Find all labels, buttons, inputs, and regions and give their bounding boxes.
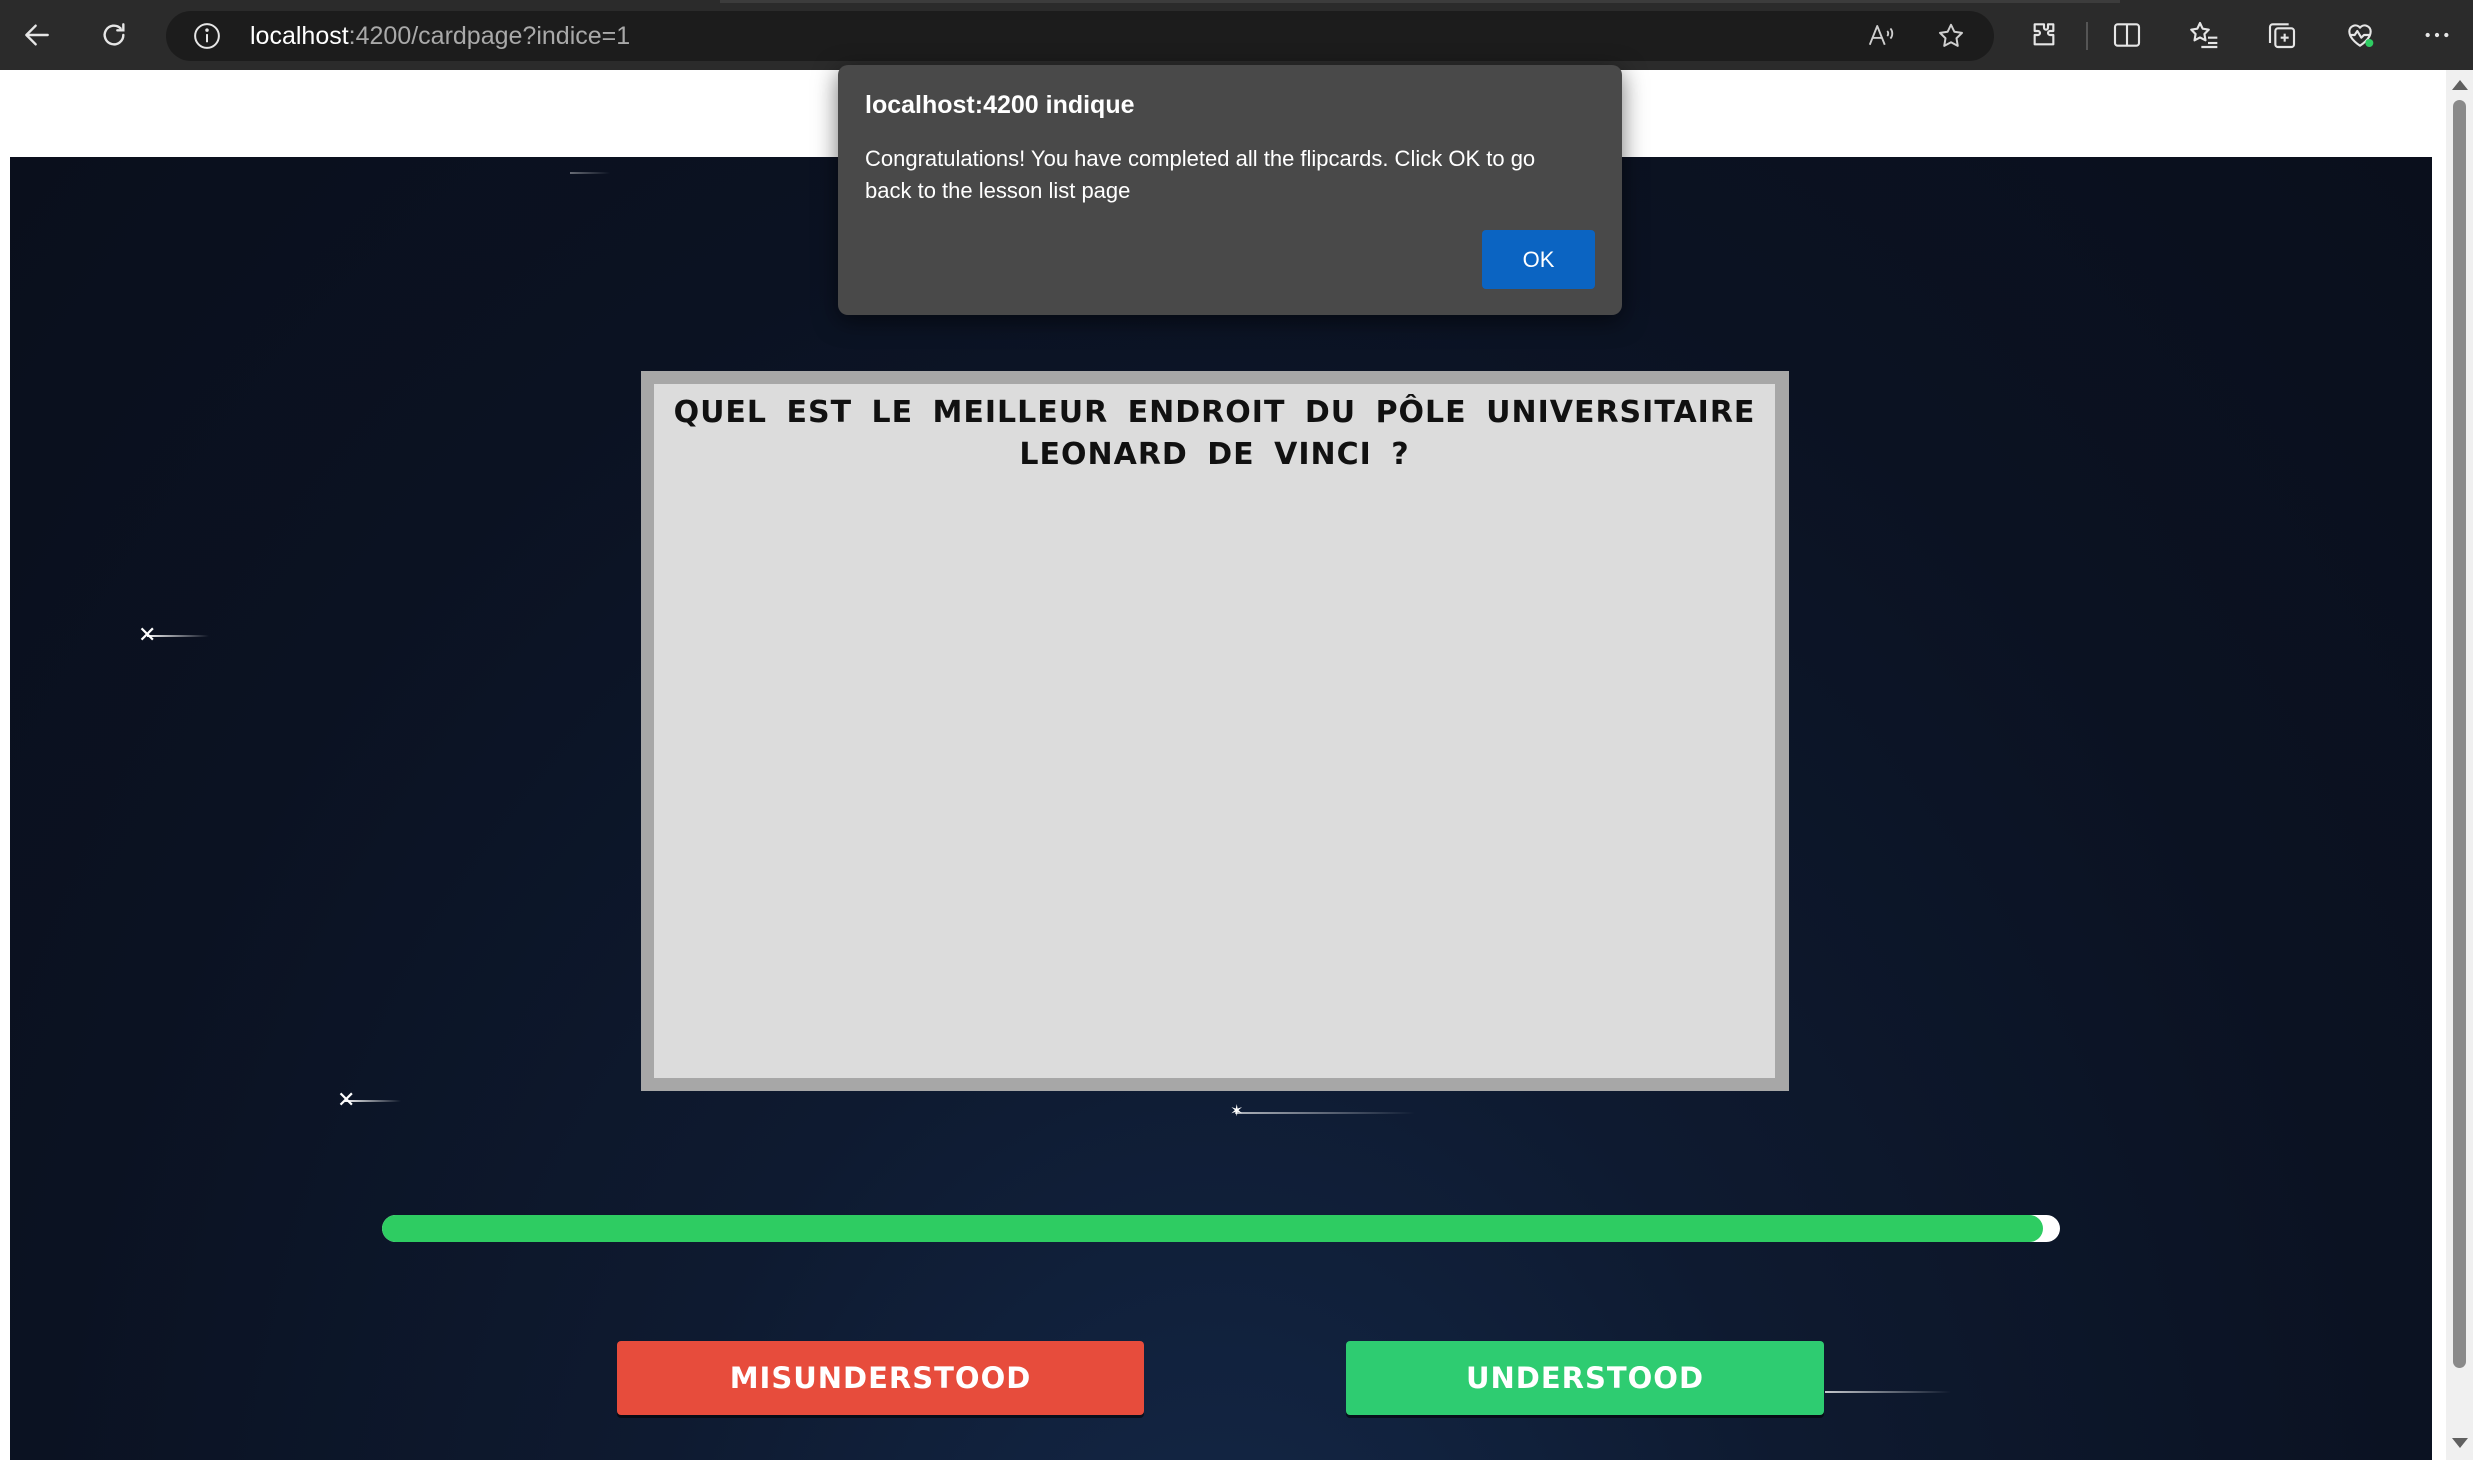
star-icon: ✕: [138, 622, 157, 647]
browser-essentials-icon[interactable]: [2344, 19, 2376, 51]
tab-strip: [720, 0, 2120, 3]
more-icon[interactable]: [2421, 19, 2453, 51]
shooting-star: [570, 172, 610, 174]
url-host: localhost: [250, 22, 349, 50]
progress-bar: [382, 1215, 2060, 1242]
collections-icon[interactable]: [2266, 19, 2298, 51]
favorites-icon[interactable]: [2188, 19, 2220, 51]
scroll-down-icon[interactable]: [2452, 1438, 2468, 1448]
info-icon[interactable]: [192, 21, 222, 51]
ok-button[interactable]: OK: [1482, 230, 1595, 289]
url-path: :4200/cardpage?indice=1: [348, 22, 631, 50]
star-icon: ✕: [337, 1087, 356, 1112]
alert-dialog: localhost:4200 indique Congratulations! …: [838, 65, 1622, 315]
refresh-icon[interactable]: [91, 12, 137, 58]
understood-button[interactable]: Understood: [1346, 1341, 1824, 1415]
extensions-icon[interactable]: [2028, 19, 2060, 51]
back-icon[interactable]: [14, 12, 60, 58]
progress-fill: [382, 1215, 2044, 1242]
shooting-star: [1825, 1391, 1951, 1393]
star-icon: ✶: [1230, 1103, 1244, 1120]
vertical-scrollbar[interactable]: [2446, 70, 2473, 1460]
favorite-star-icon[interactable]: [1936, 21, 1966, 51]
split-screen-icon[interactable]: [2111, 19, 2143, 51]
flipcard[interactable]: Quel est le meilleur endroit du pôle uni…: [641, 371, 1789, 1091]
read-aloud-icon[interactable]: [1866, 21, 1896, 51]
browser-toolbar: localhost:4200/cardpage?indice=1: [0, 0, 2473, 70]
url-text[interactable]: localhost:4200/cardpage?indice=1: [250, 22, 630, 51]
toolbar-separator: [2086, 22, 2088, 50]
scroll-thumb[interactable]: [2453, 100, 2466, 1368]
misunderstood-button[interactable]: Misunderstood: [617, 1341, 1144, 1415]
dialog-title: localhost:4200 indique: [865, 91, 1135, 119]
address-bar[interactable]: localhost:4200/cardpage?indice=1: [166, 11, 1994, 61]
scroll-up-icon[interactable]: [2452, 80, 2468, 90]
card-question: Quel est le meilleur endroit du pôle uni…: [673, 395, 1756, 472]
dialog-message: Congratulations! You have completed all …: [865, 146, 1536, 203]
shooting-star: [1235, 1112, 1415, 1114]
